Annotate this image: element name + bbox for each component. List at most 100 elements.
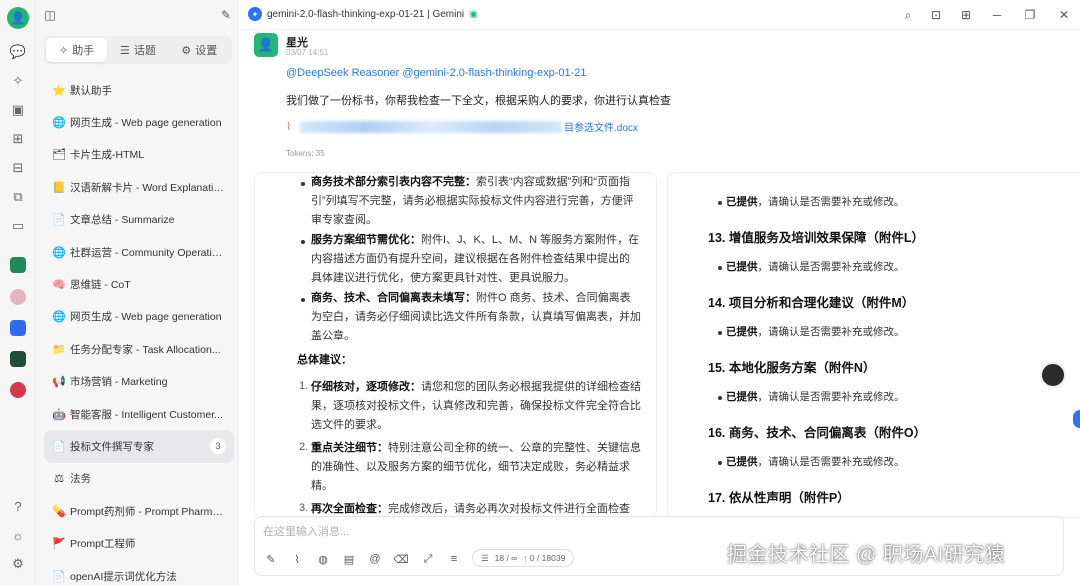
provided-note: 已提供，请确认是否需要补充或修改。	[726, 456, 905, 468]
token-counter: ☰ 18 / ∞ ↑ 0 / 18039	[472, 549, 575, 567]
bullet-1-line3: 审专家查阅。	[311, 214, 377, 226]
assistant-item[interactable]: 📄 投标文件撰写专家 3	[44, 430, 234, 463]
assistant-item[interactable]: 📒 汉语新解卡片 - Word Explanation...	[44, 171, 234, 203]
new-chat-icon[interactable]: ✎	[218, 7, 234, 23]
minimize-icon[interactable]: ─	[989, 7, 1005, 23]
app-icon-3[interactable]	[8, 318, 28, 338]
assistant-label: 文章总结 - Summarize	[70, 214, 175, 227]
assistant-label: 卡片生成-HTML	[70, 149, 145, 162]
watermark: 掘金技术社区 @ 职场AI研究猿	[727, 544, 1006, 566]
assistant-item[interactable]: ⚖ 法务	[44, 463, 234, 495]
app-icon-5[interactable]	[8, 380, 28, 400]
apps-icon[interactable]: ⊞	[958, 7, 974, 23]
assistant-emoji-icon: 📄	[52, 440, 66, 453]
gemini-icon: ✦	[248, 7, 262, 21]
list-icon: ☰	[120, 44, 130, 57]
sidebar-tabs: ✧ 助手 ☰ 话题 ⚙ 设置	[44, 36, 232, 64]
assistant-label: 市场营销 - Marketing	[70, 376, 168, 389]
app-icon-4[interactable]	[8, 349, 28, 369]
image-icon[interactable]: ▣	[8, 100, 28, 120]
assistant-item[interactable]: 🌐 网页生成 - Web page generation	[44, 301, 234, 333]
message-attachment[interactable]: ⌇ 目参选文件.docx	[286, 119, 638, 134]
assistant-emoji-icon: 🌐	[52, 246, 66, 259]
maximize-icon[interactable]: ❐	[1022, 7, 1038, 23]
assistant-emoji-icon: 🌐	[52, 311, 66, 324]
settings-icon[interactable]: ⚙	[8, 554, 28, 574]
section-heading: 16. 商务、技术、合同偏离表（附件O）	[708, 426, 927, 440]
assistant-item[interactable]: 🌐 网页生成 - Web page generation	[44, 106, 234, 138]
app-icon-2[interactable]	[8, 287, 28, 307]
message-body: 我们做了一份标书，你帮我检查一下全文，根据采购人的要求，你进行认真检查	[286, 95, 671, 107]
assistant-item[interactable]: 🚩 Prompt工程师	[44, 527, 234, 559]
assistant-item[interactable]: 💊 Prompt药剂师 - Prompt Pharmacist	[44, 495, 234, 527]
knowledge-icon[interactable]: ⧉	[8, 187, 28, 207]
sparkle-icon[interactable]: ✧	[8, 71, 28, 91]
message-time: 03/07 14:51	[286, 48, 329, 57]
context-icon: ☰	[481, 552, 489, 563]
assistant-item[interactable]: 🧠 思维链 - CoT	[44, 268, 234, 300]
assistant-item[interactable]: 📢 市场营销 - Marketing	[44, 366, 234, 398]
assistant-emoji-icon: 💊	[52, 505, 66, 518]
assistant-label: 网页生成 - Web page generation	[70, 311, 222, 324]
assistant-item[interactable]: 🗂 卡片生成-HTML	[44, 139, 234, 171]
tab-settings[interactable]: ⚙ 设置	[169, 38, 230, 62]
layout-icon[interactable]: ⊡	[928, 7, 944, 23]
assistant-item[interactable]: 📄 openAI提示词优化方法	[44, 560, 234, 585]
gear-icon: ⚙	[181, 44, 192, 57]
app-icon-1[interactable]	[8, 255, 28, 275]
context-icon[interactable]: ≡	[447, 552, 461, 566]
assistant-emoji-icon: 📢	[52, 376, 66, 389]
translate-icon[interactable]: ⊞	[8, 129, 28, 149]
globe-icon[interactable]: ◍	[316, 552, 330, 566]
assistant-emoji-icon: 🧠	[52, 279, 66, 292]
list-number: 1.	[299, 380, 309, 392]
assistant-label: Prompt药剂师 - Prompt Pharmacist	[70, 505, 226, 518]
assistant-item[interactable]: 📁 任务分配专家 - Task Allocation...	[44, 333, 234, 365]
bullet-3: 商务、技术、合同偏离表未填写：附件O 商务、技术、合同偏离表	[311, 292, 631, 304]
assistant-item[interactable]: 📄 文章总结 - Summarize	[44, 204, 234, 236]
theme-icon[interactable]: ☼	[8, 525, 28, 545]
token-count: Tokens: 35	[286, 149, 325, 158]
assistant-label: 社群运营 - Community Operations	[70, 246, 226, 259]
assistant-label: openAI提示词优化方法	[70, 570, 177, 583]
model-selector[interactable]: ✦ gemini-2.0-flash-thinking-exp-01-21 | …	[248, 7, 478, 21]
assistant-label: 默认助手	[70, 84, 112, 97]
tab-assistants[interactable]: ✧ 助手	[46, 38, 108, 62]
icon-rail: 👤 💬 ✧ ▣ ⊞ ⊟ ⧉ ▭ ? ☼ ⚙	[0, 0, 36, 585]
eye-icon: ◉	[469, 8, 478, 20]
floating-edge-button[interactable]	[1073, 410, 1080, 428]
assistant-emoji-icon: 📁	[52, 343, 66, 356]
grid-icon[interactable]: ⊟	[8, 158, 28, 178]
paperclip-icon[interactable]: ⌇	[290, 552, 304, 566]
attachment-name-blurred	[300, 120, 562, 133]
bullet-dot	[718, 331, 722, 335]
assistant-emoji-icon: 📒	[52, 181, 66, 194]
user-avatar[interactable]: 👤	[7, 7, 29, 29]
sidebar-toggle-icon[interactable]: ◫	[42, 7, 58, 23]
at-icon[interactable]: @	[368, 552, 382, 566]
assistant-item[interactable]: 🤖 智能客服 - Intelligent Customer...	[44, 398, 234, 430]
search-icon[interactable]: ⌕	[900, 7, 916, 23]
assistant-item[interactable]: ⭐ 默认助手	[44, 74, 234, 106]
expand-icon[interactable]: ⤢	[421, 552, 435, 566]
close-icon[interactable]: ✕	[1056, 7, 1072, 23]
knowledge-icon[interactable]: ▤	[342, 552, 356, 566]
bullet-dot	[301, 182, 305, 186]
help-icon[interactable]: ?	[8, 496, 28, 516]
message-mentions[interactable]: @DeepSeek Reasoner @gemini-2.0-flash-thi…	[286, 67, 587, 79]
edit-icon[interactable]: ✎	[264, 552, 278, 566]
assistant-label: 投标文件撰写专家	[70, 440, 154, 453]
bullet-dot	[718, 461, 722, 465]
assistant-item[interactable]: 🌐 社群运营 - Community Operations	[44, 236, 234, 268]
floating-avatar[interactable]	[1040, 362, 1066, 388]
clear-icon[interactable]: ⌫	[393, 552, 409, 566]
folder-icon[interactable]: ▭	[8, 216, 28, 236]
list-number: 3.	[299, 502, 309, 514]
advice-2-line2: 的准确性、以及服务方案的细节优化，细节决定成败，务必精益求	[311, 461, 630, 473]
chat-icon[interactable]: 💬	[8, 42, 28, 62]
tab-topics[interactable]: ☰ 话题	[107, 38, 168, 62]
bullet-1-line2: 引”列填写不完整，请务必根据实际投标文件内容进行完善，方便评	[311, 195, 634, 207]
section-heading: 17. 依从性声明（附件P）	[708, 491, 850, 505]
bullet-dot	[301, 240, 305, 244]
assistant-label: 法务	[70, 473, 91, 486]
